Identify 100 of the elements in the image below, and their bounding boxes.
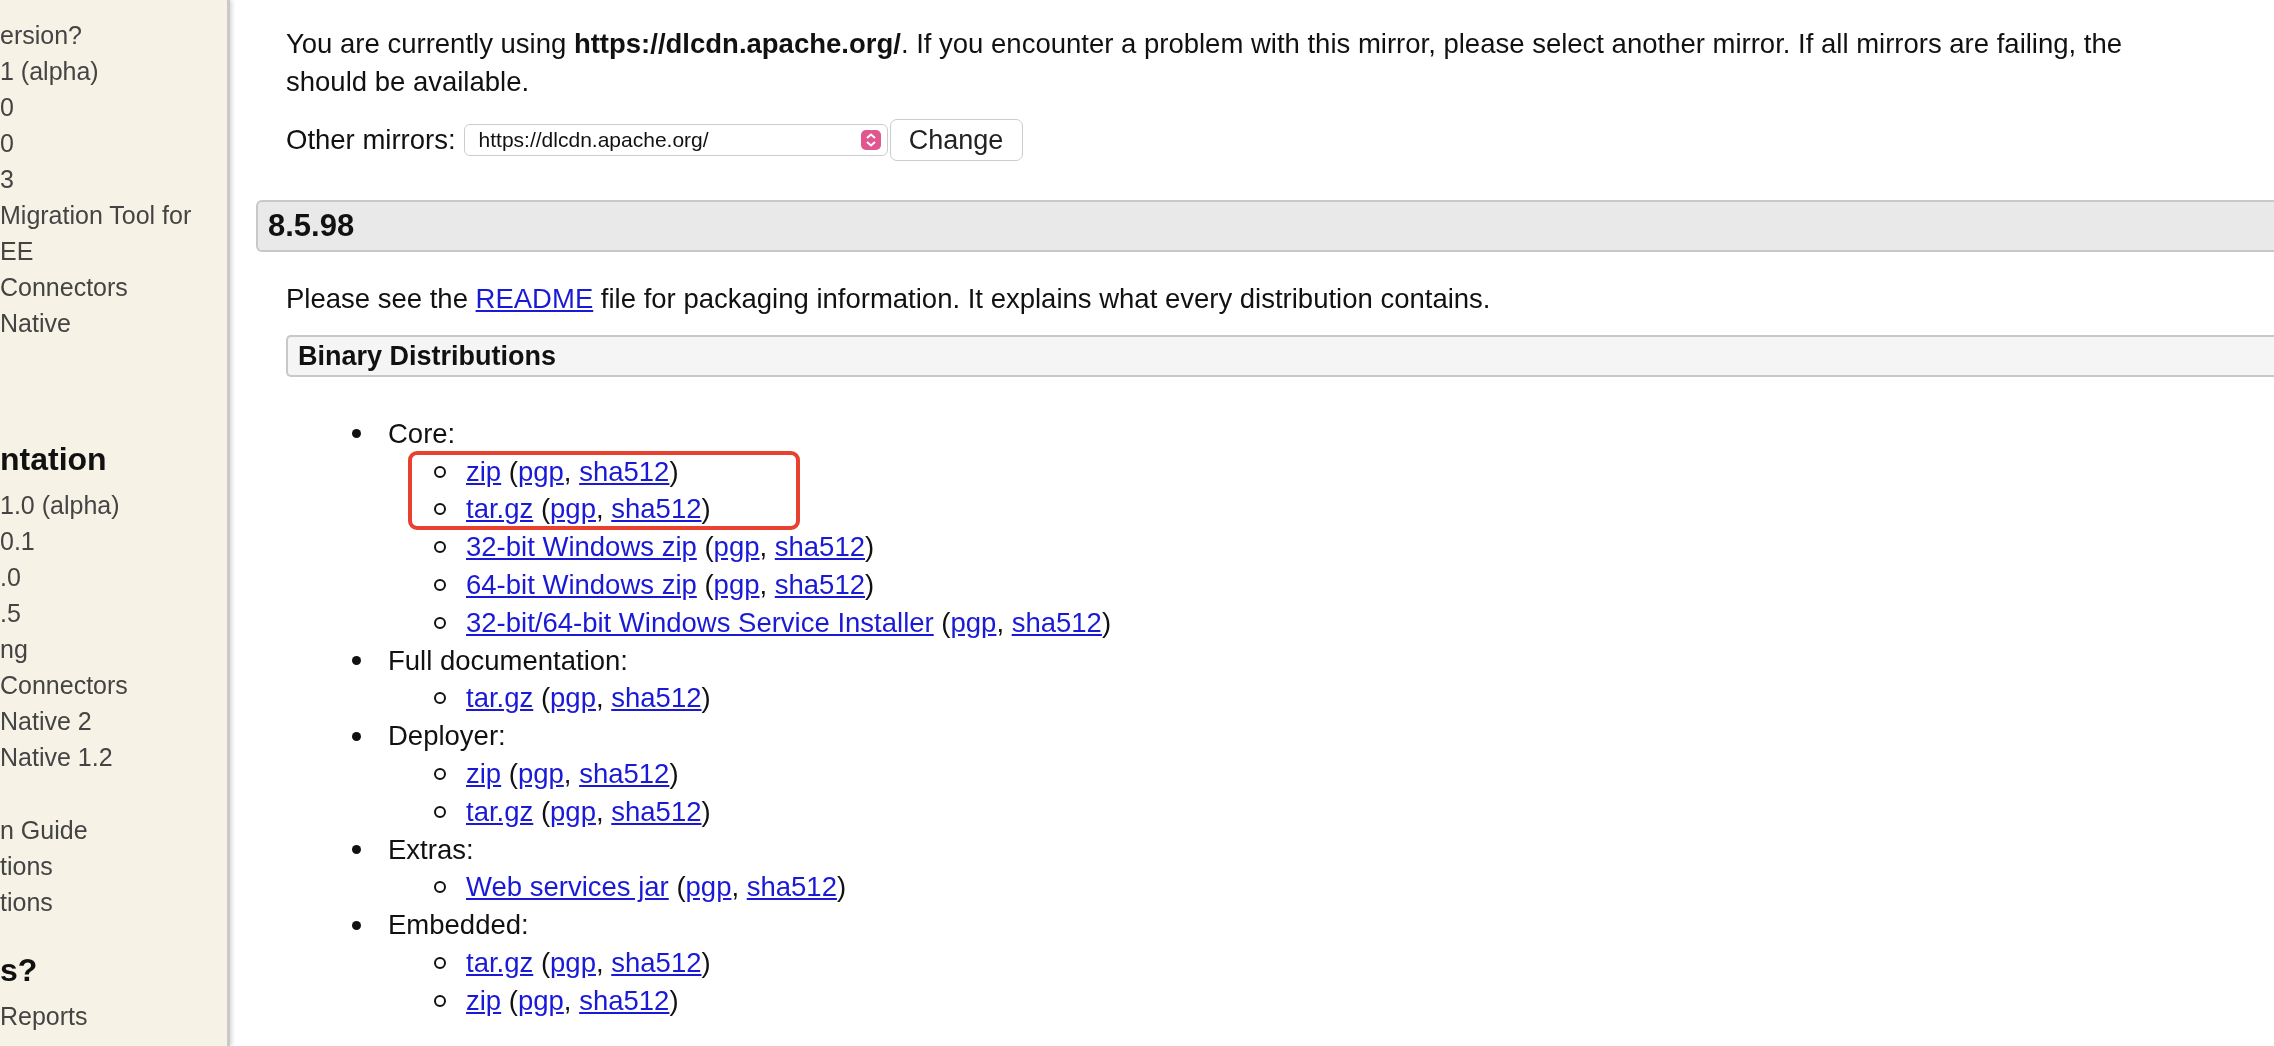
download-link[interactable]: tar.gz — [466, 682, 534, 714]
circle-bullet-icon — [434, 579, 446, 592]
circle-bullet-icon — [434, 616, 446, 629]
punctuation: ) — [701, 493, 711, 525]
punctuation: ( — [539, 947, 551, 979]
sidebar-link[interactable]: tions — [0, 884, 227, 920]
punctuation: , — [759, 531, 769, 563]
punctuation: ) — [1101, 606, 1112, 638]
download-link[interactable]: sha512 — [579, 758, 670, 790]
punctuation: ) — [836, 871, 847, 903]
download-link[interactable]: sha512 — [746, 871, 837, 903]
bullet-icon — [352, 656, 361, 666]
download-link[interactable]: pgp — [517, 455, 564, 487]
sidebar-link[interactable]: Native 2 — [0, 703, 227, 739]
punctuation: , — [563, 984, 573, 1016]
group-label: Extras: — [388, 833, 474, 866]
bullet-icon — [352, 731, 361, 741]
sidebar-link[interactable]: 1 (alpha) — [0, 53, 227, 89]
download-link[interactable]: pgp — [550, 947, 596, 979]
punctuation: ) — [865, 531, 875, 563]
punctuation: ) — [701, 795, 711, 827]
sidebar-link[interactable]: 1.0 (alpha) — [0, 487, 227, 523]
group-label: Embedded: — [388, 909, 529, 942]
punctuation: , — [595, 682, 605, 714]
sidebar-link[interactable]: .0 — [0, 559, 227, 595]
download-link[interactable]: tar.gz — [466, 493, 534, 525]
sidebar-link[interactable]: EE — [0, 233, 227, 269]
download-link[interactable]: 32-bit/64-bit Windows Service Installer — [466, 606, 934, 638]
download-link[interactable]: pgp — [713, 569, 760, 601]
punctuation: ) — [701, 947, 711, 979]
download-link[interactable]: tar.gz — [466, 795, 534, 827]
punctuation: ( — [940, 606, 951, 638]
download-link[interactable]: pgp — [685, 871, 732, 903]
download-link[interactable]: pgp — [950, 606, 997, 638]
punctuation: , — [563, 455, 573, 487]
group-label: Full documentation: — [388, 644, 628, 677]
readme-note: Please see the README file for packaging information. It explains what every distribution contains. — [286, 282, 1492, 316]
download-link[interactable]: 64-bit Windows zip — [466, 569, 697, 601]
circle-bullet-icon — [434, 994, 446, 1007]
sidebar-link[interactable]: Reports — [0, 998, 227, 1034]
sidebar-heading: s? — [0, 951, 39, 990]
sidebar-link[interactable]: 0 — [0, 89, 227, 125]
sidebar-link[interactable]: 3 — [0, 161, 227, 197]
download-link[interactable]: zip — [466, 455, 502, 487]
circle-bullet-icon — [434, 805, 446, 818]
circle-bullet-icon — [434, 465, 446, 478]
group-label: Deployer: — [388, 720, 506, 753]
download-link[interactable]: sha512 — [579, 455, 670, 487]
sidebar-link[interactable]: Connectors — [0, 269, 227, 305]
circle-bullet-icon — [434, 503, 446, 516]
punctuation: , — [759, 569, 769, 601]
bullet-icon — [352, 920, 361, 930]
mirrors-label: Other mirrors: — [286, 124, 456, 156]
download-link[interactable]: sha512 — [774, 531, 865, 563]
download-link[interactable]: pgp — [517, 984, 564, 1016]
sidebar-link[interactable]: ersion? — [0, 17, 227, 53]
change-button[interactable]: Change — [889, 119, 1023, 161]
group-label: Core: — [388, 417, 456, 450]
sidebar-link[interactable]: 0.1 — [0, 523, 227, 559]
download-link[interactable]: pgp — [550, 493, 596, 525]
sidebar-link[interactable]: ng — [0, 631, 227, 667]
download-link[interactable]: zip — [466, 984, 502, 1016]
circle-bullet-icon — [434, 957, 446, 970]
sidebar-link[interactable]: 0 — [0, 125, 227, 161]
download-link[interactable]: Web services jar — [466, 871, 669, 903]
punctuation: ( — [703, 569, 714, 601]
sidebar-link[interactable]: n Guide — [0, 812, 227, 848]
sidebar-link[interactable]: Connectors — [0, 667, 227, 703]
download-link[interactable]: sha512 — [579, 984, 670, 1016]
download-link[interactable]: pgp — [550, 682, 596, 714]
download-link[interactable]: sha512 — [774, 569, 865, 601]
punctuation: , — [595, 795, 605, 827]
punctuation: ) — [669, 984, 679, 1016]
circle-bullet-icon — [434, 768, 446, 781]
download-link[interactable]: pgp — [713, 531, 760, 563]
download-link[interactable]: 32-bit Windows zip — [466, 531, 697, 563]
download-link[interactable]: sha512 — [1011, 606, 1102, 638]
download-link[interactable]: pgp — [550, 795, 596, 827]
sidebar-link[interactable]: Migration Tool for — [0, 197, 227, 233]
sidebar-heading: ntation — [0, 440, 108, 479]
readme-link[interactable]: README — [475, 283, 594, 314]
circle-bullet-icon — [434, 881, 446, 894]
download-link[interactable]: pgp — [517, 758, 564, 790]
sidebar-link[interactable]: .5 — [0, 595, 227, 631]
sidebar-link[interactable]: tions — [0, 848, 227, 884]
sidebar-link[interactable]: Native — [0, 305, 227, 341]
download-link[interactable]: zip — [466, 758, 502, 790]
punctuation: , — [595, 947, 605, 979]
punctuation: ( — [675, 871, 686, 903]
punctuation: , — [563, 758, 573, 790]
version-header: 8.5.98 — [256, 200, 2274, 252]
punctuation: ( — [507, 984, 518, 1016]
download-link[interactable]: tar.gz — [466, 947, 534, 979]
punctuation: ( — [539, 682, 551, 714]
circle-bullet-icon — [434, 692, 446, 705]
mirror-select[interactable]: https://dlcdn.apache.org/ — [463, 124, 888, 156]
punctuation: ( — [507, 455, 518, 487]
punctuation: , — [731, 871, 741, 903]
sidebar-link[interactable]: Native 1.2 — [0, 739, 227, 775]
punctuation: ) — [669, 758, 679, 790]
